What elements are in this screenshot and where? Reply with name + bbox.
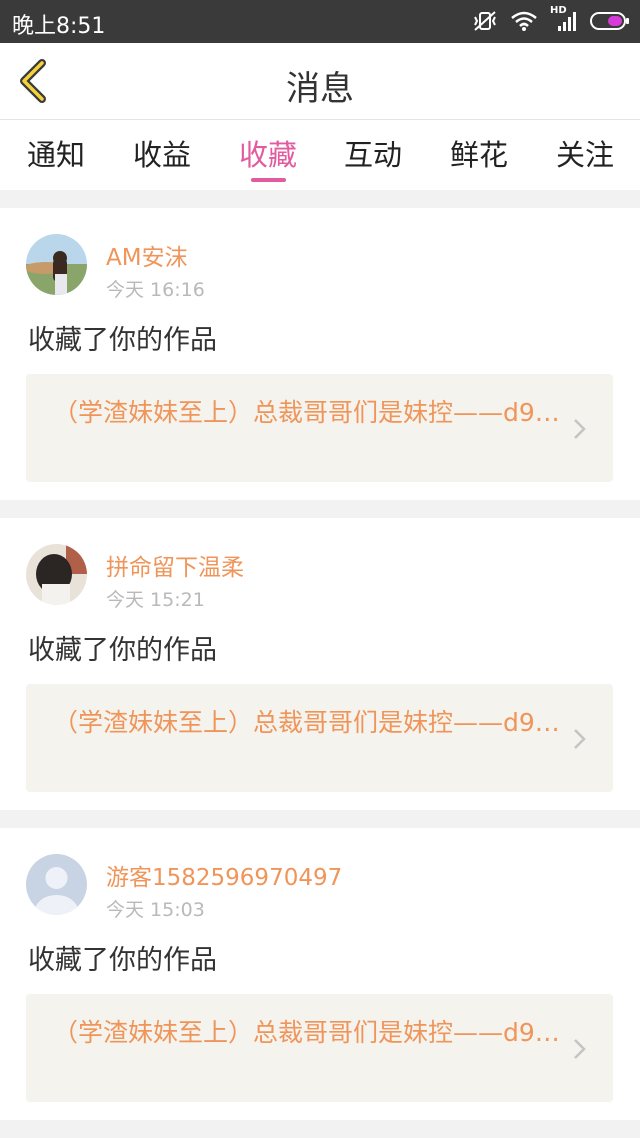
status-time: 晚上8:51 — [12, 14, 106, 39]
avatar[interactable] — [26, 234, 87, 295]
chevron-right-icon — [574, 729, 586, 749]
battery-icon — [590, 11, 630, 31]
signal-icon: HD — [550, 5, 578, 33]
status-icons: HD — [472, 5, 630, 33]
active-tab-indicator — [251, 178, 286, 182]
tab-favorites[interactable]: 收藏 — [215, 132, 321, 174]
action-text: 收藏了你的作品 — [28, 635, 217, 666]
tab-bar: 通知 收益 收藏 互动 鲜花 关注 — [0, 120, 640, 190]
work-title: （学渣妹妹至上）总裁哥哥们是妹控——d9… — [53, 708, 560, 737]
message-card: 游客1582596970497 今天 15:03 收藏了你的作品 （学渣妹妹至上… — [0, 828, 640, 1120]
chevron-right-icon — [574, 1039, 586, 1059]
action-text: 收藏了你的作品 — [28, 945, 217, 976]
tab-earnings[interactable]: 收益 — [109, 132, 215, 174]
work-title: （学渣妹妹至上）总裁哥哥们是妹控——d9… — [53, 398, 560, 427]
vibrate-off-icon — [472, 10, 498, 32]
message-card: AM安沫 今天 16:16 收藏了你的作品 （学渣妹妹至上）总裁哥哥们是妹控——… — [0, 208, 640, 500]
work-link[interactable]: （学渣妹妹至上）总裁哥哥们是妹控——d9… — [26, 684, 613, 792]
message-time: 今天 15:03 — [106, 899, 205, 921]
work-title: （学渣妹妹至上）总裁哥哥们是妹控——d9… — [53, 1018, 560, 1047]
tab-follows[interactable]: 关注 — [532, 132, 638, 174]
status-bar: 晚上8:51 HD — [0, 0, 640, 43]
message-time: 今天 15:21 — [106, 589, 205, 611]
message-time: 今天 16:16 — [106, 279, 205, 301]
tab-interactions[interactable]: 互动 — [320, 132, 426, 174]
header: 消息 — [0, 43, 640, 120]
tab-notifications[interactable]: 通知 — [3, 132, 109, 174]
wifi-icon — [510, 10, 538, 32]
action-text: 收藏了你的作品 — [28, 325, 217, 356]
username[interactable]: AM安沫 — [106, 238, 188, 272]
page-title: 消息 — [286, 69, 354, 109]
chevron-right-icon — [574, 419, 586, 439]
work-link[interactable]: （学渣妹妹至上）总裁哥哥们是妹控——d9… — [26, 994, 613, 1102]
message-card: 拼命留下温柔 今天 15:21 收藏了你的作品 （学渣妹妹至上）总裁哥哥们是妹控… — [0, 518, 640, 810]
default-user-avatar[interactable] — [26, 854, 87, 915]
username[interactable]: 游客1582596970497 — [106, 858, 342, 892]
tab-flowers[interactable]: 鲜花 — [426, 132, 532, 174]
username[interactable]: 拼命留下温柔 — [106, 548, 244, 582]
avatar[interactable] — [26, 544, 87, 605]
work-link[interactable]: （学渣妹妹至上）总裁哥哥们是妹控——d9… — [26, 374, 613, 482]
